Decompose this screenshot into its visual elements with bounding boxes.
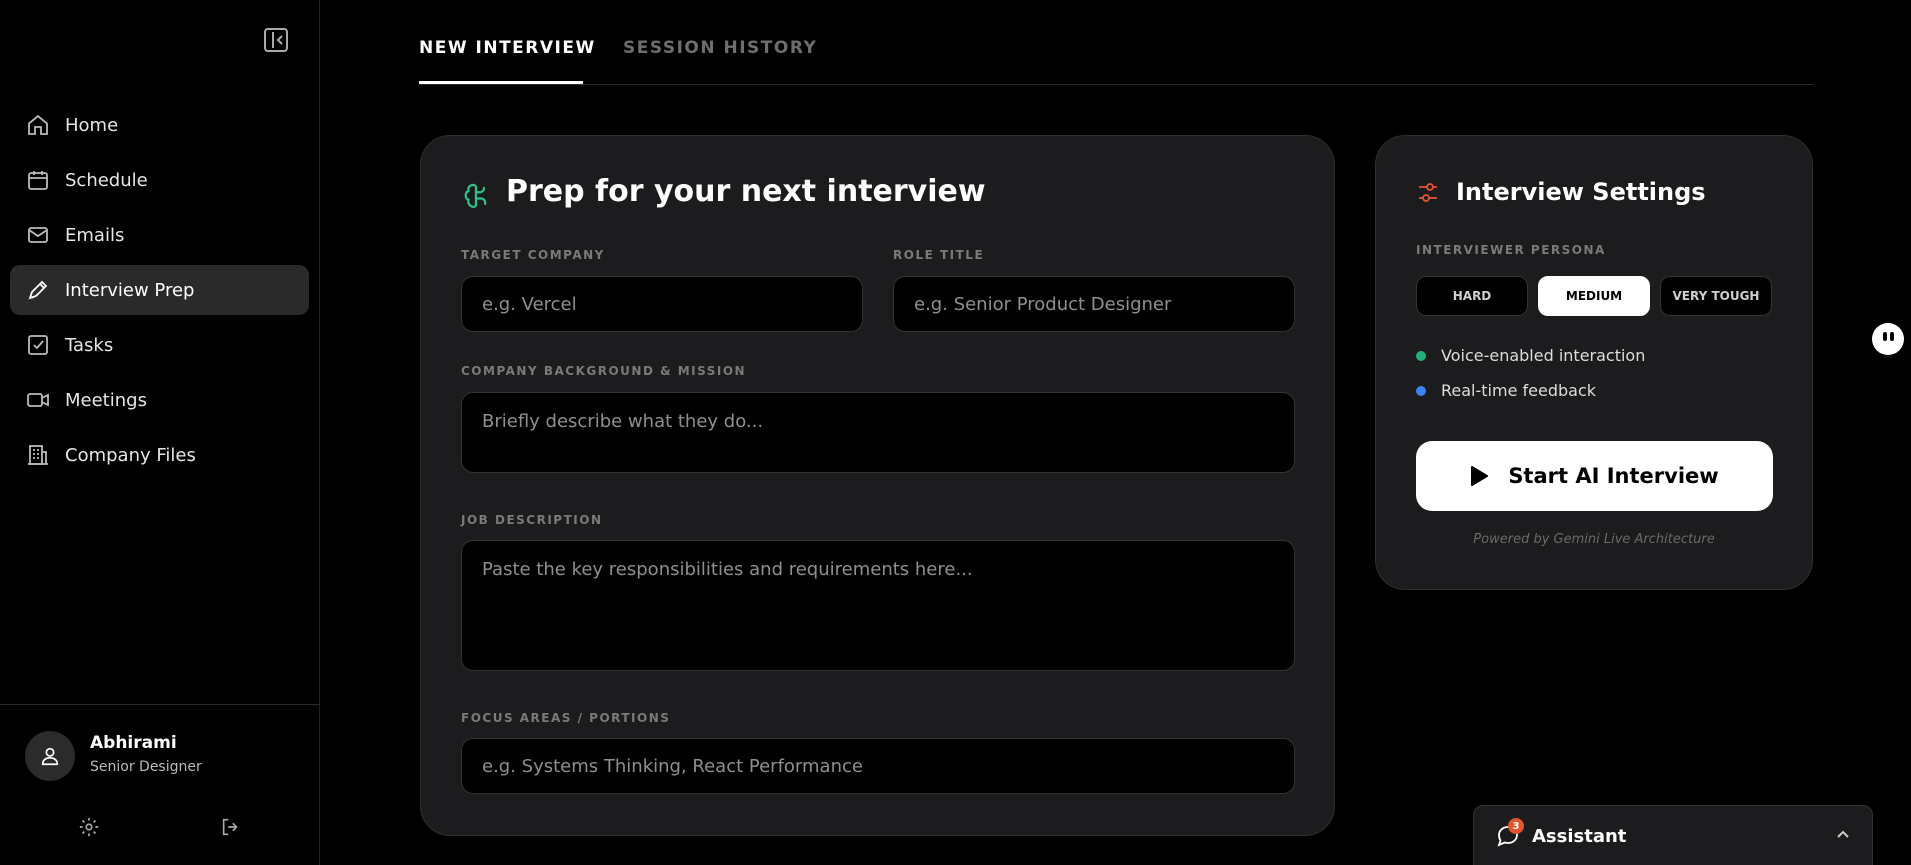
sidebar-item-label: Home [65,114,119,136]
start-interview-button[interactable]: Start AI Interview [1416,441,1773,511]
user-role: Senior Designer [90,759,202,775]
start-interview-label: Start AI Interview [1508,464,1719,488]
settings-title: Interview Settings [1456,178,1706,206]
page-title: Prep for your next interview [506,174,986,209]
feature-label: Real-time feedback [1441,381,1596,400]
persona-hard-button[interactable]: HARD [1416,276,1528,316]
user-panel: Abhirami Senior Designer [0,704,320,865]
chevron-up-icon [1837,830,1849,838]
feature-voice: Voice-enabled interaction [1416,346,1645,365]
active-tab-indicator [419,81,583,84]
sidebar-item-home[interactable]: Home [10,100,309,150]
collapse-sidebar-icon[interactable] [264,28,288,52]
calendar-icon [28,171,48,190]
focus-areas-input[interactable] [461,738,1295,794]
sidebar-item-label: Emails [65,224,125,246]
home-icon [28,114,48,135]
interview-settings-card: Interview Settings INTERVIEWER PERSONA H… [1375,135,1813,590]
tab-new-interview[interactable]: NEW INTERVIEW [419,38,596,58]
pen-icon [28,280,48,300]
status-dot [1416,385,1426,396]
feature-label: Voice-enabled interaction [1441,346,1646,365]
floating-assistant-icon[interactable] [1872,323,1904,355]
interview-form-card: Prep for your next interview TARGET COMP… [420,135,1335,836]
tab-bar: NEW INTERVIEW SESSION HISTORY [419,0,1813,85]
building-icon [28,445,48,465]
user-name: Abhirami [90,733,177,753]
user-icon [41,747,59,766]
sidebar-item-label: Interview Prep [65,279,195,301]
gear-icon[interactable] [78,816,100,838]
status-dot [1416,350,1426,361]
company-input[interactable] [461,276,863,332]
persona-label: INTERVIEWER PERSONA [1416,243,1606,257]
company-label: TARGET COMPANY [461,248,605,262]
logout-icon[interactable] [220,816,242,838]
assistant-panel-toggle[interactable]: 3 Assistant [1473,805,1873,865]
sidebar-item-label: Meetings [65,389,147,411]
mail-icon [28,227,48,243]
background-textarea[interactable] [461,392,1295,473]
play-icon [1471,466,1489,486]
video-icon [27,393,49,407]
focus-areas-label: FOCUS AREAS / PORTIONS [461,711,671,725]
sidebar-item-meetings[interactable]: Meetings [10,375,309,425]
checkbox-icon [28,335,48,355]
sidebar: Home Schedule Emails Interview Prep Task… [0,0,320,865]
sidebar-item-label: Tasks [65,334,114,356]
sidebar-item-schedule[interactable]: Schedule [10,155,309,205]
role-label: ROLE TITLE [893,248,985,262]
job-description-textarea[interactable] [461,540,1295,671]
tab-session-history[interactable]: SESSION HISTORY [623,38,817,58]
feature-feedback: Real-time feedback [1416,381,1596,400]
assistant-label: Assistant [1532,826,1627,847]
sidebar-item-interview-prep[interactable]: Interview Prep [10,265,309,315]
job-description-label: JOB DESCRIPTION [461,513,603,527]
background-label: COMPANY BACKGROUND & MISSION [461,364,747,378]
sidebar-item-tasks[interactable]: Tasks [10,320,309,370]
brain-icon [464,183,487,208]
sliders-icon [1419,183,1437,202]
role-input[interactable] [893,276,1295,332]
persona-very-tough-button[interactable]: VERY TOUGH [1660,276,1772,316]
powered-by-text: Powered by Gemini Live Architecture [1473,532,1715,547]
sidebar-item-label: Company Files [65,444,196,466]
sidebar-item-company-files[interactable]: Company Files [10,430,309,480]
persona-medium-button[interactable]: MEDIUM [1538,276,1650,316]
sidebar-item-label: Schedule [65,169,148,191]
avatar[interactable] [25,731,75,781]
notification-badge: 3 [1508,818,1524,834]
sidebar-nav: Home Schedule Emails Interview Prep Task… [10,100,309,485]
sidebar-item-emails[interactable]: Emails [10,210,309,260]
